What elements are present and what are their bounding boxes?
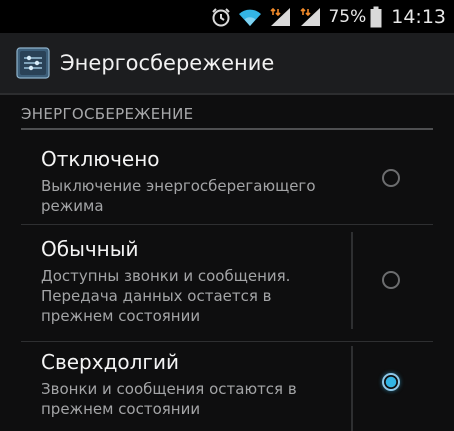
option-summary: Доступны звонки и сообщения. Передача да… xyxy=(41,267,291,325)
radio-disabled[interactable] xyxy=(382,169,400,187)
status-bar: 75% 14:13 xyxy=(0,0,454,33)
signal-sim2-icon xyxy=(298,6,324,28)
page-title: Энергосбережение xyxy=(60,51,275,75)
section-header: ЭНЕРГОСБЕРЕЖЕНИЕ xyxy=(21,101,433,130)
vertical-divider xyxy=(351,232,353,329)
radio-normal[interactable] xyxy=(382,271,400,289)
battery-percent: 75% xyxy=(328,6,367,27)
option-summary: Звонки и сообщения остаются в прежнем со… xyxy=(41,380,297,418)
power-settings-icon[interactable] xyxy=(16,46,50,80)
signal-sim1-icon xyxy=(268,6,294,28)
option-summary: Выключение энергосберегающего режима xyxy=(41,177,316,215)
option-extra-long[interactable]: Сверхдолгий Звонки и сообщения остаются … xyxy=(21,342,433,431)
screen: 75% 14:13 Энергосбережение ЭНЕРГОСБЕРЕЖЕ… xyxy=(0,0,454,431)
radio-extra-long[interactable] xyxy=(382,373,400,391)
battery-icon xyxy=(370,6,382,28)
action-bar: Энергосбережение xyxy=(0,33,454,95)
option-title: Отключено xyxy=(41,147,160,171)
vertical-divider xyxy=(351,346,353,431)
option-disabled[interactable]: Отключено Выключение энергосберегающего … xyxy=(21,131,433,223)
option-title: Обычный xyxy=(41,237,139,261)
wifi-icon xyxy=(236,6,264,28)
option-normal[interactable]: Обычный Доступны звонки и сообщения. Пер… xyxy=(21,225,433,340)
option-title: Сверхдолгий xyxy=(41,350,179,374)
clock: 14:13 xyxy=(391,5,446,28)
alarm-clock-icon xyxy=(210,6,232,28)
